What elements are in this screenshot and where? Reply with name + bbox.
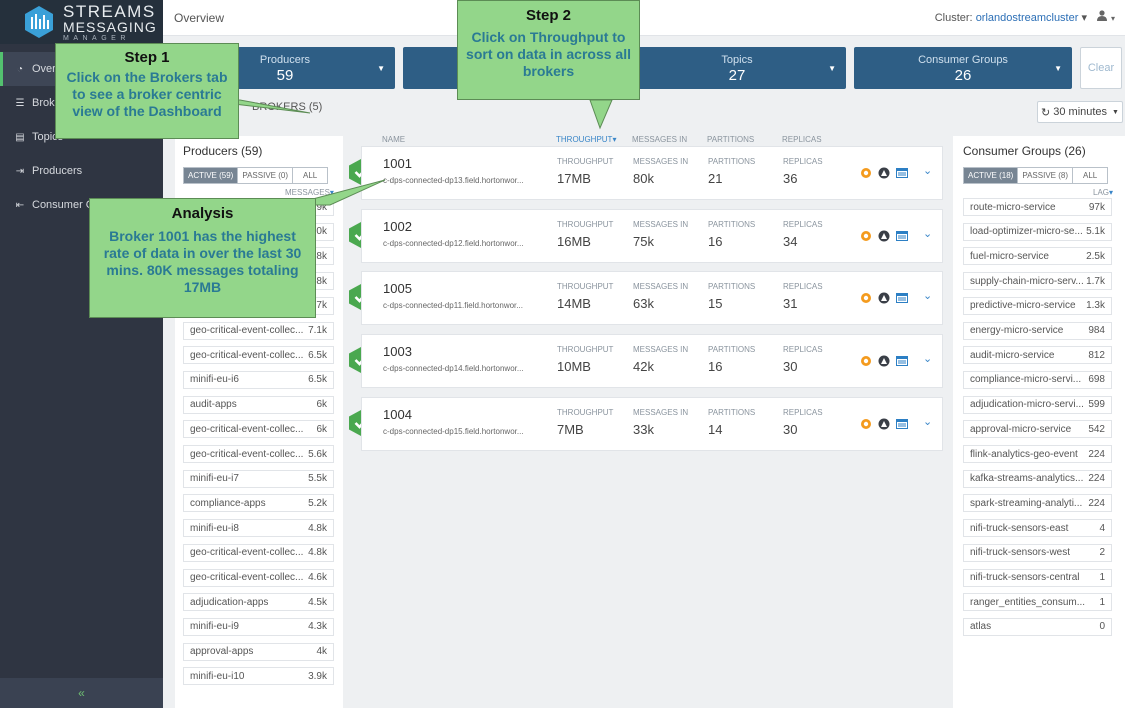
analysis-title: Analysis [171, 205, 234, 222]
step2-callout: Step 2 Click on Throughput to sort on da… [457, 0, 640, 100]
step2-body: Click on Throughput to sort on data in a… [466, 29, 631, 79]
step2-title: Step 2 [525, 7, 571, 24]
step1-body: Click on the Brokers tab to see a broker… [66, 69, 228, 119]
step1-callout: Step 1 Click on the Brokers tab to see a… [55, 43, 239, 139]
analysis-body: Broker 1001 has the highest rate of data… [103, 228, 302, 295]
step2-pointer [589, 99, 613, 130]
analysis-callout: Analysis Broker 1001 has the highest rat… [89, 198, 316, 318]
step1-title: Step 1 [124, 49, 170, 66]
